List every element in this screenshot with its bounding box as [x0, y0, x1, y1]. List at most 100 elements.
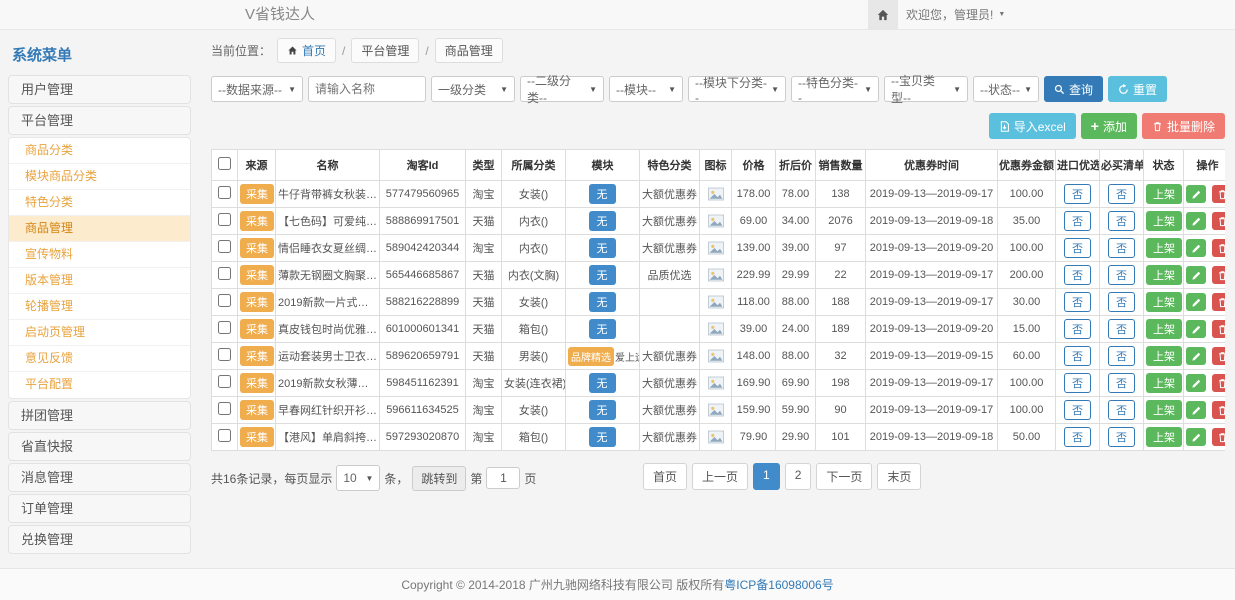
filter-level2-category[interactable]: --二级分类--▼: [520, 76, 604, 102]
sidebar-menu-item[interactable]: 消息管理: [8, 463, 191, 492]
edit-button[interactable]: [1186, 401, 1206, 419]
import-select-toggle[interactable]: 否: [1064, 400, 1091, 420]
import-select-toggle[interactable]: 否: [1064, 211, 1091, 231]
per-page-select[interactable]: 10▼: [336, 465, 380, 491]
home-button[interactable]: [868, 0, 898, 29]
row-checkbox[interactable]: [218, 240, 231, 253]
sidebar-submenu-item[interactable]: 商品分类: [9, 138, 190, 164]
delete-button[interactable]: [1212, 347, 1225, 365]
must-buy-toggle[interactable]: 否: [1108, 184, 1135, 204]
must-buy-toggle[interactable]: 否: [1108, 427, 1135, 447]
delete-button[interactable]: [1212, 401, 1225, 419]
import-select-toggle[interactable]: 否: [1064, 373, 1091, 393]
edit-button[interactable]: [1186, 320, 1206, 338]
status-button[interactable]: 上架: [1146, 184, 1182, 204]
edit-button[interactable]: [1186, 347, 1206, 365]
must-buy-toggle[interactable]: 否: [1108, 265, 1135, 285]
status-button[interactable]: 上架: [1146, 400, 1182, 420]
status-button[interactable]: 上架: [1146, 292, 1182, 312]
sidebar-submenu-item[interactable]: 宣传物料: [9, 242, 190, 268]
import-select-toggle[interactable]: 否: [1064, 292, 1091, 312]
filter-status[interactable]: --状态--▼: [973, 76, 1039, 102]
filter-module[interactable]: --模块--▼: [609, 76, 683, 102]
page-button[interactable]: 末页: [877, 463, 921, 490]
row-checkbox[interactable]: [218, 375, 231, 388]
delete-button[interactable]: [1212, 374, 1225, 392]
status-button[interactable]: 上架: [1146, 373, 1182, 393]
sidebar-menu-item[interactable]: 省直快报: [8, 432, 191, 461]
import-select-toggle[interactable]: 否: [1064, 184, 1091, 204]
status-button[interactable]: 上架: [1146, 265, 1182, 285]
edit-button[interactable]: [1186, 293, 1206, 311]
sidebar-submenu-item[interactable]: 版本管理: [9, 268, 190, 294]
page-button[interactable]: 1: [753, 463, 780, 490]
edit-button[interactable]: [1186, 239, 1206, 257]
status-button[interactable]: 上架: [1146, 238, 1182, 258]
must-buy-toggle[interactable]: 否: [1108, 211, 1135, 231]
filter-module-subcategory[interactable]: --模块下分类--▼: [688, 76, 786, 102]
page-button[interactable]: 上一页: [692, 463, 748, 490]
must-buy-toggle[interactable]: 否: [1108, 346, 1135, 366]
page-button[interactable]: 下一页: [816, 463, 872, 490]
breadcrumb-item-platform[interactable]: 平台管理: [351, 38, 419, 63]
sidebar-submenu-item[interactable]: 平台配置: [9, 372, 190, 398]
breadcrumb-item-products[interactable]: 商品管理: [435, 38, 503, 63]
delete-button[interactable]: [1212, 428, 1225, 446]
must-buy-toggle[interactable]: 否: [1108, 319, 1135, 339]
jump-page-input[interactable]: [486, 467, 520, 489]
edit-button[interactable]: [1186, 212, 1206, 230]
sidebar-submenu-item[interactable]: 启动页管理: [9, 320, 190, 346]
row-checkbox[interactable]: [218, 348, 231, 361]
filter-feature-category[interactable]: --特色分类--▼: [791, 76, 879, 102]
sidebar-submenu-item[interactable]: 意见反馈: [9, 346, 190, 372]
row-checkbox[interactable]: [218, 213, 231, 226]
status-button[interactable]: 上架: [1146, 346, 1182, 366]
sidebar-submenu-item[interactable]: 轮播管理: [9, 294, 190, 320]
status-button[interactable]: 上架: [1146, 319, 1182, 339]
delete-button[interactable]: [1212, 212, 1225, 230]
sidebar-submenu-item[interactable]: 特色分类: [9, 190, 190, 216]
sidebar-submenu-item[interactable]: 商品管理: [9, 216, 190, 242]
edit-button[interactable]: [1186, 266, 1206, 284]
sidebar-menu-item[interactable]: 订单管理: [8, 494, 191, 523]
row-checkbox[interactable]: [218, 429, 231, 442]
import-excel-button[interactable]: 导入excel: [989, 113, 1076, 139]
sidebar-menu-item[interactable]: 兑换管理: [8, 525, 191, 554]
row-checkbox[interactable]: [218, 402, 231, 415]
icp-link[interactable]: 粤ICP备16098006号: [724, 576, 833, 593]
import-select-toggle[interactable]: 否: [1064, 265, 1091, 285]
sidebar-menu-item[interactable]: 拼团管理: [8, 401, 191, 430]
breadcrumb-home[interactable]: 首页: [277, 38, 336, 63]
filter-level1-category[interactable]: 一级分类▼: [431, 76, 515, 102]
add-button[interactable]: + 添加: [1081, 113, 1137, 139]
must-buy-toggle[interactable]: 否: [1108, 238, 1135, 258]
import-select-toggle[interactable]: 否: [1064, 238, 1091, 258]
page-button[interactable]: 首页: [643, 463, 687, 490]
delete-button[interactable]: [1212, 320, 1225, 338]
import-select-toggle[interactable]: 否: [1064, 427, 1091, 447]
must-buy-toggle[interactable]: 否: [1108, 400, 1135, 420]
edit-button[interactable]: [1186, 428, 1206, 446]
name-search-input[interactable]: [308, 76, 426, 102]
delete-button[interactable]: [1212, 185, 1225, 203]
sidebar-menu-item[interactable]: 用户管理: [8, 75, 191, 104]
must-buy-toggle[interactable]: 否: [1108, 292, 1135, 312]
row-checkbox[interactable]: [218, 267, 231, 280]
row-checkbox[interactable]: [218, 294, 231, 307]
filter-item-type[interactable]: --宝贝类型--▼: [884, 76, 968, 102]
row-checkbox[interactable]: [218, 186, 231, 199]
delete-button[interactable]: [1212, 239, 1225, 257]
search-button[interactable]: 查询: [1044, 76, 1103, 102]
delete-button[interactable]: [1212, 293, 1225, 311]
status-button[interactable]: 上架: [1146, 211, 1182, 231]
reset-button[interactable]: 重置: [1108, 76, 1167, 102]
row-checkbox[interactable]: [218, 321, 231, 334]
sidebar-menu-item[interactable]: 平台管理: [8, 106, 191, 135]
edit-button[interactable]: [1186, 185, 1206, 203]
import-select-toggle[interactable]: 否: [1064, 346, 1091, 366]
must-buy-toggle[interactable]: 否: [1108, 373, 1135, 393]
sidebar-submenu-item[interactable]: 模块商品分类: [9, 164, 190, 190]
edit-button[interactable]: [1186, 374, 1206, 392]
filter-data-source[interactable]: --数据来源--▼: [211, 76, 303, 102]
select-all-checkbox[interactable]: [218, 157, 231, 170]
